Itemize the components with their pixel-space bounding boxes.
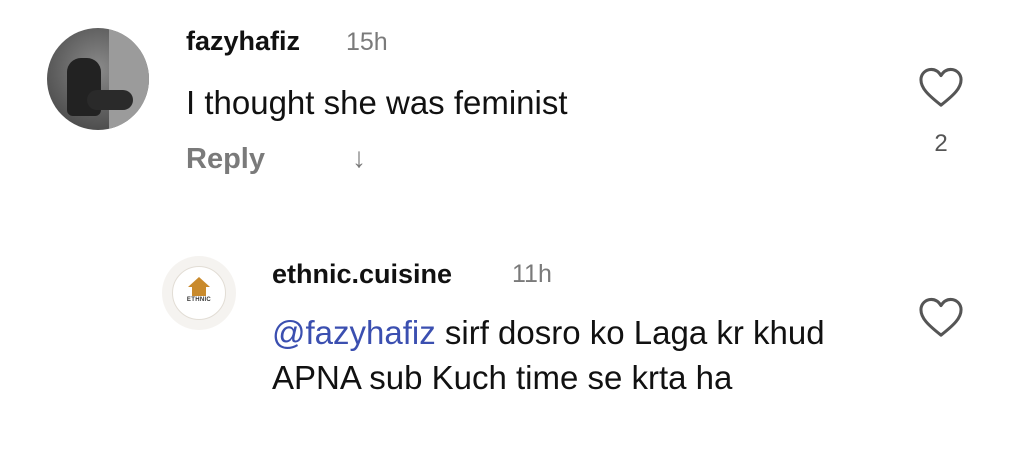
heart-icon[interactable] [918,66,964,108]
comment-timestamp: 15h [346,28,388,56]
avatar[interactable] [47,28,149,130]
avatar[interactable]: ETHNIC [162,256,236,330]
reply-username[interactable]: ethnic.cuisine [272,259,452,290]
like-count: 2 [934,130,948,157]
ethnic-logo-icon: ETHNIC [172,266,226,320]
comment-username[interactable]: fazyhafiz [186,26,300,57]
mention-link[interactable]: @fazyhafiz [272,314,436,351]
reply-button[interactable]: Reply [186,143,265,176]
arrow-down-icon[interactable]: ↓ [352,142,366,174]
reply-timestamp: 11h [512,260,552,288]
comment-text: I thought she was feminist [186,84,568,121]
heart-icon[interactable] [918,296,964,338]
reply-text: @fazyhafiz sirf dosro ko Laga kr khud AP… [272,310,872,400]
